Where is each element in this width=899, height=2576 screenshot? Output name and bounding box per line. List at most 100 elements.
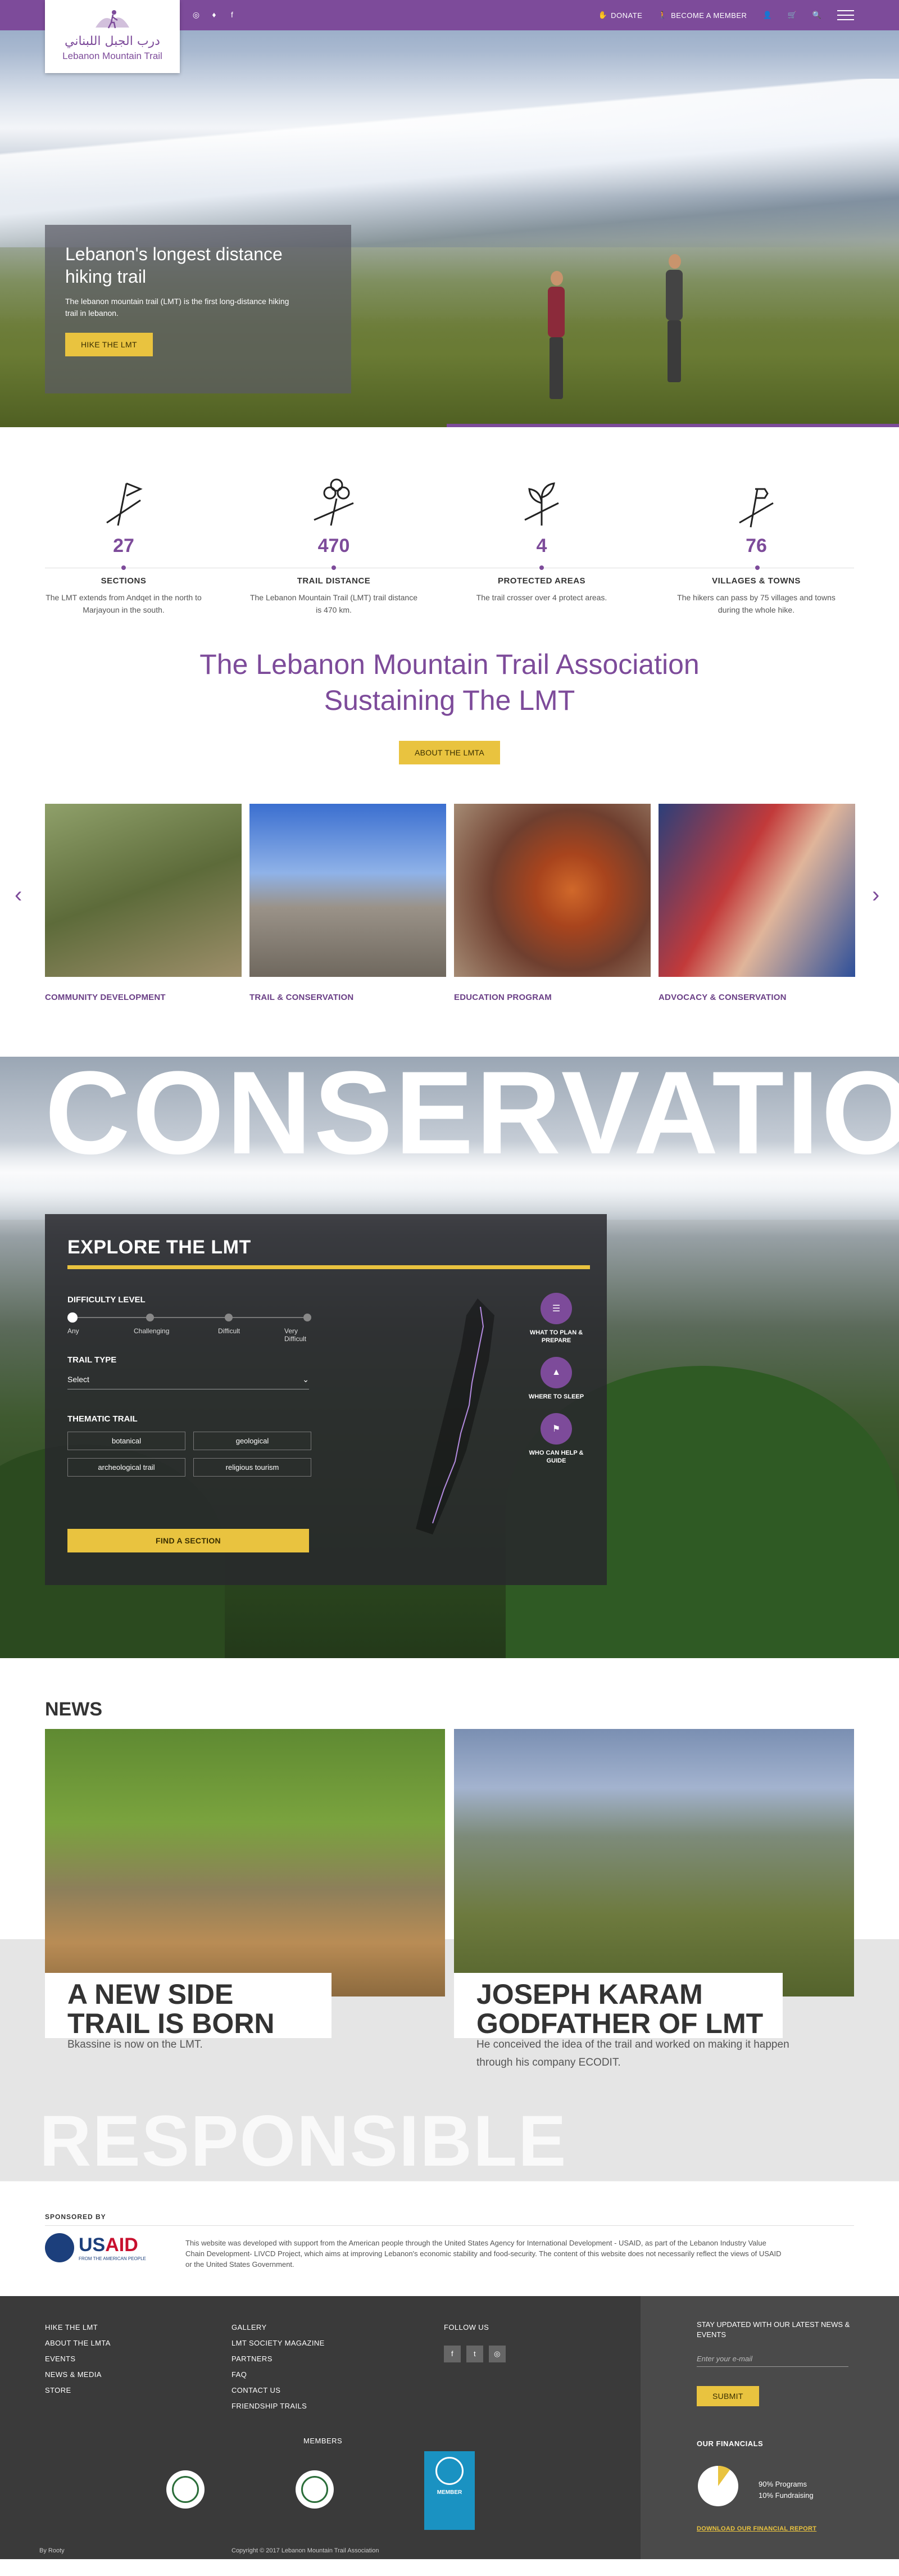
member-badge-label: MEMBER — [437, 2489, 462, 2496]
program-image — [454, 804, 651, 977]
explore-side-links: ☰ WHAT TO PLAN & PREPARE ▲ WHERE TO SLEE… — [528, 1293, 584, 1477]
trail-type-select[interactable]: Select ⌄ — [67, 1369, 309, 1389]
twitter-icon[interactable]: t — [466, 2346, 483, 2362]
instagram-icon[interactable]: ◎ — [191, 10, 201, 20]
checklist-icon[interactable]: ☰ — [541, 1293, 572, 1324]
signpost-icon — [739, 488, 774, 528]
program-label: ADVOCACY & CONSERVATION — [659, 993, 787, 1002]
program-card[interactable]: TRAIL & CONSERVATION — [249, 804, 446, 1002]
stat-description: The Lebanon Mountain Trail (LMT) trail d… — [249, 593, 418, 614]
plan-prepare-link[interactable]: WHAT TO PLAN & PREPARE — [528, 1329, 584, 1344]
hero-body: The lebanon mountain trail (LMT) is the … — [65, 297, 289, 318]
financials-pie-chart — [698, 2466, 738, 2506]
member-badge[interactable]: MEMBER — [424, 2451, 475, 2530]
member-logo[interactable] — [296, 2470, 334, 2509]
stat-dot — [121, 565, 126, 570]
usaid-logo[interactable]: USAID FROM THE AMERICAN PEOPLE — [45, 2233, 146, 2262]
usaid-wordmark-us: US — [79, 2234, 106, 2256]
association-section: The Lebanon Mountain Trail Association S… — [0, 624, 899, 804]
email-field[interactable]: Enter your e-mail — [697, 2355, 848, 2367]
difficulty-stop[interactable] — [67, 1312, 78, 1323]
association-heading-line2: Sustaining The LMT — [324, 685, 575, 716]
footer-link[interactable]: HIKE THE LMT — [45, 2320, 111, 2335]
stat-description: The hikers can pass by 75 villages and t… — [677, 593, 836, 614]
twitter-icon[interactable]: ♦ — [209, 10, 219, 20]
hike-the-lmt-button[interactable]: HIKE THE LMT — [65, 333, 153, 356]
news-image[interactable] — [454, 1729, 854, 1996]
program-card[interactable]: ADVOCACY & CONSERVATION — [659, 804, 855, 1002]
program-card[interactable]: EDUCATION PROGRAM — [454, 804, 651, 1002]
thematic-chip[interactable]: archeological trail — [67, 1458, 185, 1477]
financials-label: OUR FINANCIALS — [697, 2439, 764, 2448]
hiker-figure — [657, 247, 691, 388]
where-to-sleep-link[interactable]: WHERE TO SLEEP — [528, 1393, 584, 1401]
program-card[interactable]: COMMUNITY DEVELOPMENT — [45, 804, 242, 1002]
cart-icon[interactable]: 🛒 — [788, 11, 797, 20]
program-label: TRAIL & CONSERVATION — [249, 993, 354, 1002]
difficulty-stop[interactable] — [225, 1314, 233, 1321]
hero-title: Lebanon's longest distance hiking trail — [65, 244, 283, 287]
facebook-icon[interactable]: f — [444, 2346, 461, 2362]
footer-link[interactable]: NEWS & MEDIA — [45, 2367, 111, 2383]
stats-section: 27 SECTIONS The LMT extends from Andqet … — [0, 427, 899, 624]
logo-arabic-text: درب الجبل اللبناني — [65, 34, 160, 48]
news-title[interactable]: A NEW SIDE TRAIL IS BORN — [45, 1973, 332, 2038]
donate-link[interactable]: ✋ DONATE — [598, 11, 642, 20]
footer-link[interactable]: CONTACT US — [231, 2383, 325, 2398]
tent-icon[interactable]: ▲ — [541, 1357, 572, 1388]
about-lmta-button[interactable]: ABOUT THE LMTA — [399, 741, 500, 764]
carousel-prev-icon[interactable]: ‹ — [15, 882, 22, 908]
association-heading-line1: The Lebanon Mountain Trail Association — [199, 649, 700, 680]
difficulty-stop[interactable] — [146, 1314, 154, 1321]
usaid-wordmark-aid: AID — [105, 2234, 138, 2256]
follow-us-label: FOLLOW US — [444, 2323, 489, 2331]
sponsor-disclaimer: This website was developed with support … — [185, 2239, 782, 2269]
footer-link[interactable]: PARTNERS — [231, 2351, 325, 2367]
pie-legend-programs: 90% Programs — [759, 2480, 807, 2488]
menu-icon[interactable] — [837, 10, 854, 20]
sponsor-divider — [45, 2225, 854, 2226]
footer-link[interactable]: LMT SOCIETY MAGAZINE — [231, 2335, 325, 2351]
difficulty-option: Challenging — [134, 1327, 170, 1335]
difficulty-slider[interactable]: Any Challenging Difficult Very Difficult — [67, 1312, 311, 1343]
user-icon[interactable]: 👤 — [762, 11, 771, 20]
who-can-help-link[interactable]: WHO CAN HELP & GUIDE — [528, 1449, 584, 1465]
site-logo[interactable]: درب الجبل اللبناني Lebanon Mountain Trai… — [45, 0, 180, 73]
become-member-label: BECOME A MEMBER — [671, 11, 747, 20]
pie-legend-fundraising: 10% Fundraising — [759, 2491, 814, 2500]
usaid-tagline: FROM THE AMERICAN PEOPLE — [79, 2256, 146, 2261]
program-image — [45, 804, 242, 977]
submit-button[interactable]: SUBMIT — [697, 2386, 759, 2406]
find-section-button[interactable]: FIND A SECTION — [67, 1529, 309, 1552]
signpost-icon[interactable]: ⚑ — [541, 1413, 572, 1445]
stat-number: 470 — [317, 535, 350, 556]
thematic-chip[interactable]: religious tourism — [193, 1458, 311, 1477]
news-title[interactable]: JOSEPH KARAM GODFATHER OF LMT — [454, 1973, 783, 2038]
globe-icon — [435, 2457, 464, 2485]
become-member-link[interactable]: 🚶 BECOME A MEMBER — [658, 11, 747, 20]
search-icon[interactable]: 🔍 — [812, 11, 821, 20]
news-image[interactable] — [45, 1729, 445, 1996]
difficulty-stop[interactable] — [303, 1314, 311, 1321]
footer-link[interactable]: FRIENDSHIP TRAILS — [231, 2398, 325, 2414]
hiker-logo-icon — [96, 10, 129, 29]
news-heading: NEWS — [45, 1699, 102, 1720]
carousel-next-icon[interactable]: › — [872, 882, 879, 908]
footer-link[interactable]: GALLERY — [231, 2320, 325, 2335]
instagram-icon[interactable]: ◎ — [489, 2346, 506, 2362]
footer-link[interactable]: ABOUT THE LMTA — [45, 2335, 111, 2351]
footer-link[interactable]: STORE — [45, 2383, 111, 2398]
credit-text[interactable]: By Rooty — [39, 2547, 65, 2554]
tree-trail-icon — [314, 478, 354, 526]
hero-card: Lebanon's longest distance hiking trail … — [45, 225, 351, 393]
explore-section: CONSERVATION EXPLORE THE LMT DIFFICULTY … — [0, 1057, 899, 1658]
sponsored-by-label: SPONSORED BY — [45, 2213, 106, 2221]
member-logo[interactable] — [166, 2470, 205, 2509]
footer-link[interactable]: FAQ — [231, 2367, 325, 2383]
download-report-link[interactable]: DOWNLOAD OUR FINANCIAL REPORT — [697, 2525, 816, 2532]
thematic-chip[interactable]: botanical — [67, 1432, 185, 1450]
thematic-chip[interactable]: geological — [193, 1432, 311, 1450]
footer-link[interactable]: EVENTS — [45, 2351, 111, 2367]
facebook-icon[interactable]: f — [227, 10, 237, 20]
top-bar: درب الجبل اللبناني Lebanon Mountain Trai… — [0, 0, 899, 73]
